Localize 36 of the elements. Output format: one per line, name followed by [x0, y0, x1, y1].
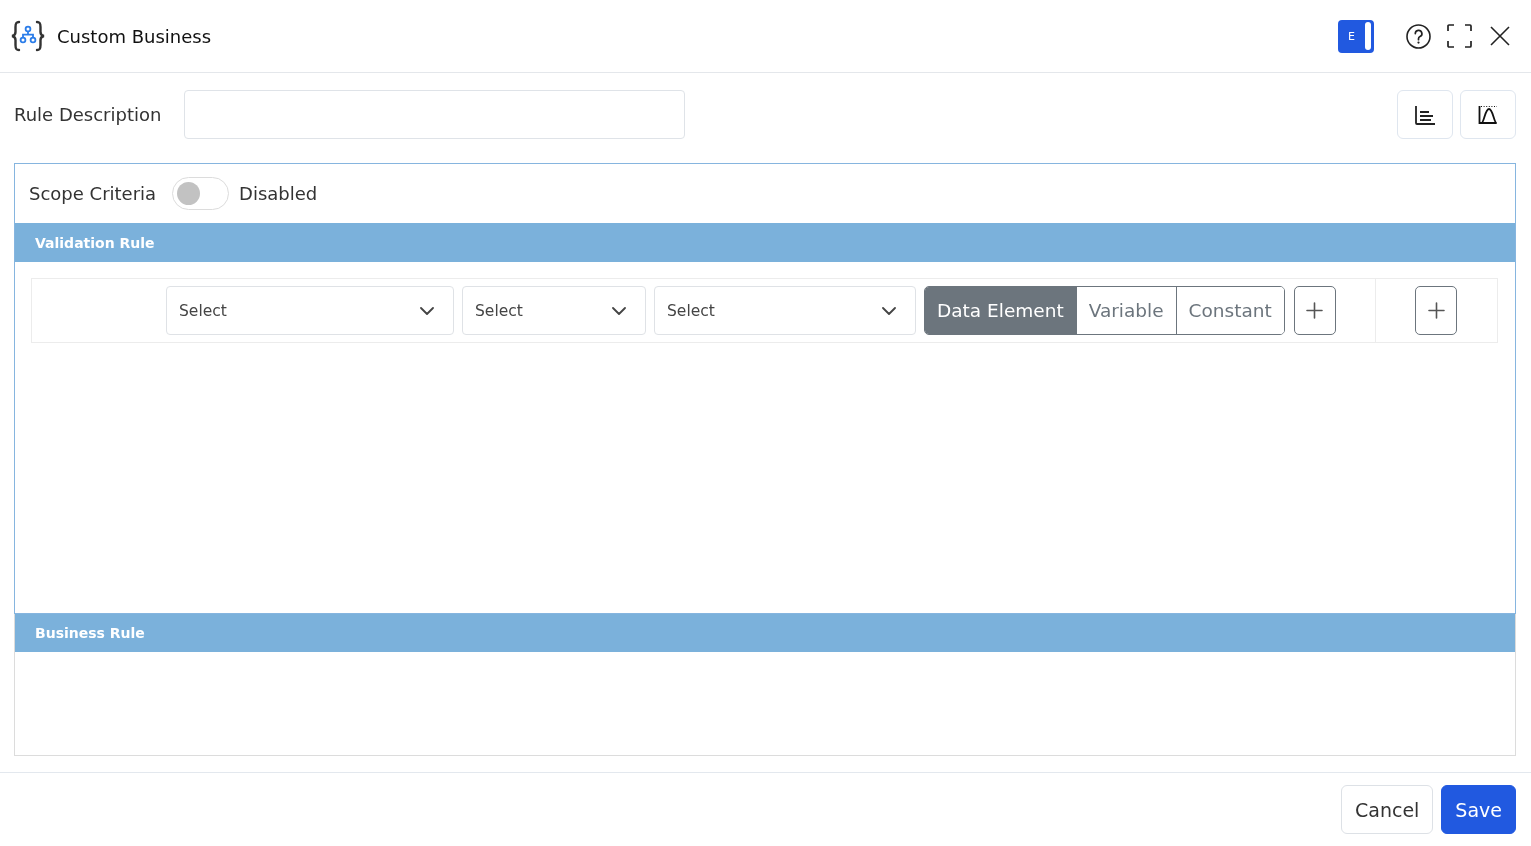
rule-description-input[interactable] — [184, 90, 685, 139]
chevron-down-icon — [420, 306, 434, 315]
cancel-button[interactable]: Cancel — [1341, 785, 1434, 834]
select-dropdown[interactable]: Select — [462, 286, 646, 335]
chevron-down-icon — [612, 306, 626, 315]
add-button[interactable] — [1293, 286, 1336, 335]
fullscreen-button[interactable] — [1447, 24, 1472, 48]
bar-list-icon — [1414, 104, 1436, 125]
segment-tab[interactable]: Data Element — [925, 287, 1076, 334]
chevron-down-icon — [882, 306, 896, 315]
select-dropdown[interactable]: Select — [166, 286, 454, 335]
plus-icon — [1427, 302, 1445, 319]
bell-curve-icon — [1478, 105, 1498, 124]
help-button[interactable] — [1406, 23, 1431, 49]
segment-tab[interactable]: Constant — [1175, 287, 1284, 334]
close-icon — [1490, 26, 1510, 46]
close-button[interactable] — [1490, 26, 1510, 46]
toggle-knob-icon — [177, 182, 201, 205]
save-button[interactable]: Save — [1441, 785, 1516, 834]
section-header: Business Rule — [15, 614, 1515, 652]
list-view-button[interactable] — [1397, 90, 1453, 139]
add-button[interactable] — [1415, 286, 1457, 335]
plus-icon — [1306, 302, 1324, 319]
window-title: Custom Business — [57, 25, 212, 47]
fullscreen-icon — [1447, 24, 1472, 48]
scope-toggle[interactable] — [172, 177, 230, 210]
section-header: Validation Rule — [15, 223, 1515, 262]
toggle-knob-icon — [1365, 22, 1371, 50]
field-label: Rule Description — [14, 104, 162, 125]
mode-toggle[interactable]: E — [1338, 19, 1374, 53]
select-dropdown[interactable]: Select — [654, 286, 916, 335]
help-icon — [1406, 23, 1431, 49]
chart-view-button[interactable] — [1460, 90, 1516, 139]
logo-icon — [11, 20, 45, 52]
scope-criteria-label: Scope Criteria — [29, 183, 157, 204]
toggle-status: Disabled — [239, 183, 318, 204]
